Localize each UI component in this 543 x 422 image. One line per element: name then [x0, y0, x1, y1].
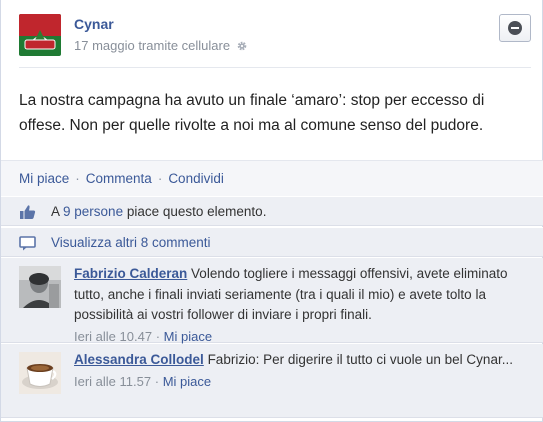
comment-author[interactable]: Fabrizio Calderan	[74, 266, 187, 281]
comment-item: Fabrizio Calderan Volendo togliere i mes…	[1, 258, 543, 344]
minus-circle-icon	[508, 21, 522, 35]
likes-suffix: piace questo elemento.	[126, 204, 267, 219]
avatar[interactable]	[19, 266, 61, 308]
separator: ·	[154, 373, 160, 389]
commenter-photo	[19, 352, 61, 394]
story-message: La nostra campagna ha avuto un finale ‘a…	[19, 92, 485, 134]
commenter-photo	[19, 266, 61, 308]
story-author[interactable]: Cynar	[74, 16, 114, 32]
view-more-comments-text: Visualizza altri 8 commenti	[51, 235, 211, 250]
avatar[interactable]	[19, 352, 61, 394]
view-more-comments-row[interactable]: Visualizza altri 8 commenti	[1, 227, 543, 257]
likes-text: A 9 persone piace questo elemento.	[51, 204, 266, 219]
likes-summary: A 9 persone piace questo elemento.	[1, 196, 543, 226]
separator: ·	[75, 171, 80, 186]
comment-author[interactable]: Alessandra Collodel	[74, 352, 204, 367]
feed-story: Cynar 17 maggio tramite cellulare La nos…	[0, 0, 543, 422]
cynar-logo	[19, 14, 61, 56]
view-more-comments-link[interactable]: Visualizza altri 8 commenti	[51, 235, 211, 250]
comment-time[interactable]: Ieri alle 10.47	[74, 329, 152, 344]
comment-body: Fabrizio Calderan Volendo togliere i mes…	[74, 264, 524, 347]
separator: ·	[155, 328, 161, 344]
comment-time[interactable]: Ieri alle 11.57	[74, 374, 151, 389]
comment-body: Alessandra Collodel Fabrizio: Per digeri…	[74, 350, 524, 392]
comment-like-link[interactable]: Mi piace	[164, 329, 212, 344]
comment-bubble-icon	[19, 236, 36, 251]
like-link[interactable]: Mi piace	[19, 171, 69, 186]
separator: ·	[157, 171, 163, 186]
thumbs-up-icon	[20, 205, 36, 219]
gear-icon	[237, 41, 247, 50]
likes-prefix: A	[51, 204, 60, 219]
likes-count-link[interactable]: 9 persone	[63, 204, 123, 219]
header-divider	[19, 67, 531, 68]
story-header: Cynar 17 maggio tramite cellulare	[19, 12, 531, 62]
comment-text: Fabrizio: Per digerire il tutto ci vuole…	[207, 352, 513, 367]
comment-meta: Ieri alle 11.57 · Mi piace	[74, 372, 524, 393]
story-actions: Mi piace · Commenta · Condividi	[1, 160, 543, 196]
story-options-button[interactable]	[499, 14, 531, 42]
comment-like-link[interactable]: Mi piace	[163, 374, 211, 389]
share-link[interactable]: Condividi	[168, 171, 224, 186]
comment-link[interactable]: Commenta	[86, 171, 152, 186]
story-meta: 17 maggio tramite cellulare	[74, 38, 248, 53]
story-date[interactable]: 17 maggio tramite cellulare	[74, 38, 230, 53]
page-avatar[interactable]	[19, 14, 61, 56]
comment-item: Alessandra Collodel Fabrizio: Per digeri…	[1, 344, 543, 418]
